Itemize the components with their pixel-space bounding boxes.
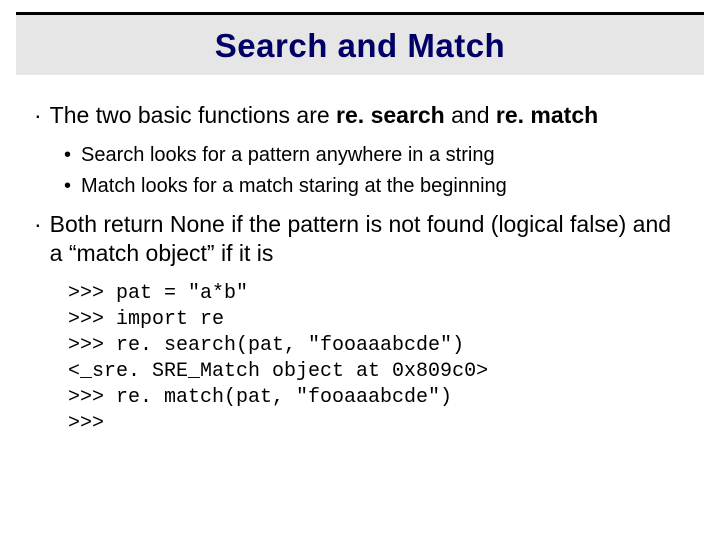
- text-bold: re. match: [496, 102, 598, 128]
- text-run: Both return None if the pattern is not f…: [50, 211, 671, 266]
- bullet-text: The two basic functions are re. search a…: [50, 101, 684, 130]
- code-line: >>> re. match(pat, "fooaaabcde"): [68, 386, 452, 409]
- text-run: and: [445, 102, 496, 128]
- code-line: >>> re. search(pat, "fooaaabcde"): [68, 334, 464, 357]
- sub-bullet-text: Match looks for a match staring at the b…: [81, 173, 507, 200]
- sub-bullet-item: • Search looks for a pattern anywhere in…: [64, 142, 684, 169]
- code-line: <_sre. SRE_Match object at 0x809c0>: [68, 360, 488, 383]
- bullet-marker-icon: ·: [34, 210, 42, 239]
- code-line: >>> import re: [68, 308, 224, 331]
- slide-body: · The two basic functions are re. search…: [0, 75, 720, 437]
- bullet-marker-icon: ·: [34, 101, 42, 130]
- bullet-marker-icon: •: [64, 142, 71, 169]
- bullet-item: · Both return None if the pattern is not…: [36, 210, 684, 268]
- code-block: >>> pat = "a*b" >>> import re >>> re. se…: [68, 281, 684, 437]
- bullet-item: · The two basic functions are re. search…: [36, 101, 684, 130]
- code-line: >>>: [68, 412, 104, 435]
- sub-bullet-item: • Match looks for a match staring at the…: [64, 173, 684, 200]
- sub-bullet-group: • Search looks for a pattern anywhere in…: [36, 142, 684, 200]
- text-bold: re. search: [336, 102, 445, 128]
- title-banner: Search and Match: [16, 12, 704, 75]
- code-line: >>> pat = "a*b": [68, 282, 248, 305]
- sub-bullet-text: Search looks for a pattern anywhere in a…: [81, 142, 495, 169]
- bullet-text: Both return None if the pattern is not f…: [50, 210, 684, 268]
- text-run: The two basic functions are: [50, 102, 336, 128]
- bullet-marker-icon: •: [64, 173, 71, 200]
- slide-title: Search and Match: [16, 27, 704, 65]
